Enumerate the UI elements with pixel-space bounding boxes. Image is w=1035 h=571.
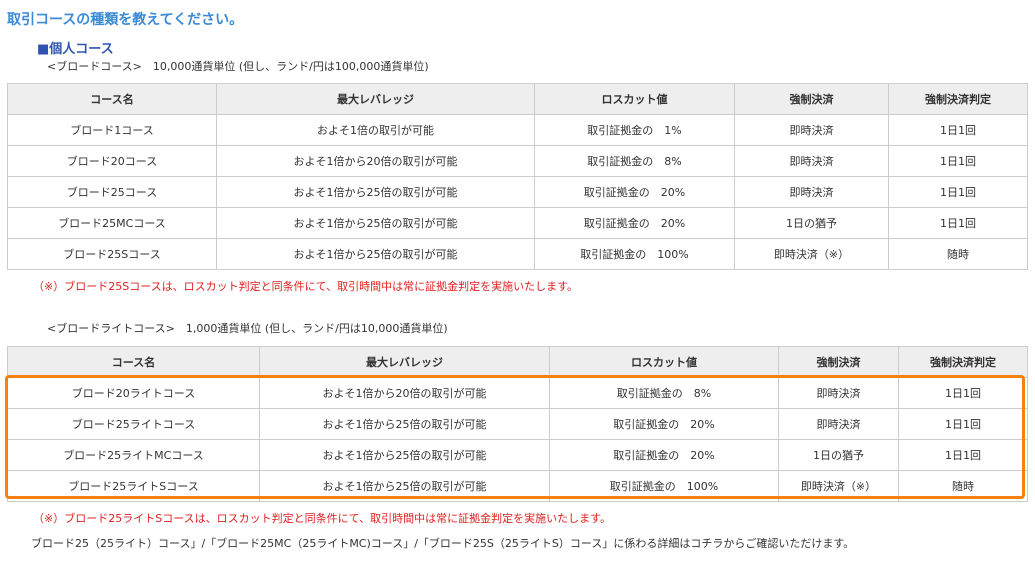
judgement-cell: 1日1回 xyxy=(898,439,1028,471)
column-header: 強制決済 xyxy=(778,346,899,378)
table-row: ブロード25MCコース およそ1倍から25倍の取引が可能 取引証拠金の 20% … xyxy=(7,207,1028,239)
column-header: コース名 xyxy=(7,346,260,378)
course-name-cell: ブロード20コース xyxy=(7,145,217,177)
column-header: 強制決済 xyxy=(734,83,889,115)
column-header: 最大レバレッジ xyxy=(216,83,535,115)
losscut-cell: 取引証拠金の 8% xyxy=(534,145,735,177)
losscut-cell: 取引証拠金の 20% xyxy=(534,207,735,239)
forced-settlement-cell: 即時決済 xyxy=(778,377,899,409)
losscut-cell: 取引証拠金の 20% xyxy=(534,176,735,208)
judgement-cell: 1日1回 xyxy=(898,408,1028,440)
course-name-cell: ブロード25MCコース xyxy=(7,207,217,239)
forced-settlement-cell: 1日の猶予 xyxy=(778,439,899,471)
course-name-cell: ブロード25ライトSコース xyxy=(7,470,260,502)
judgement-cell: 随時 xyxy=(888,238,1028,270)
table-row: ブロード20コース およそ1倍から20倍の取引が可能 取引証拠金の 8% 即時決… xyxy=(7,145,1028,177)
leverage-cell: およそ1倍から25倍の取引が可能 xyxy=(259,470,550,502)
leverage-cell: およそ1倍から20倍の取引が可能 xyxy=(216,145,535,177)
table-row: ブロード25ライトMCコース およそ1倍から25倍の取引が可能 取引証拠金の 2… xyxy=(7,439,1028,471)
leverage-cell: およそ1倍から25倍の取引が可能 xyxy=(259,408,550,440)
leverage-cell: およそ1倍から25倍の取引が可能 xyxy=(259,439,550,471)
section-heading: ■個人コース xyxy=(37,42,114,57)
table-header-row: コース名 最大レバレッジ ロスカット値 強制決済 強制決済判定 xyxy=(7,346,1028,378)
leverage-cell: およそ1倍から20倍の取引が可能 xyxy=(259,377,550,409)
course-name-cell: ブロード25コース xyxy=(7,176,217,208)
column-header: 最大レバレッジ xyxy=(259,346,550,378)
table-row: ブロード20ライトコース およそ1倍から20倍の取引が可能 取引証拠金の 8% … xyxy=(7,377,1028,409)
course-details-link-text[interactable]: ブロード25（25ライト）コース」/「ブロード25MC（25ライトMC)コース」… xyxy=(31,535,854,551)
leverage-cell: およそ1倍から25倍の取引が可能 xyxy=(216,238,535,270)
table-row: ブロード25Sコース およそ1倍から25倍の取引が可能 取引証拠金の 100% … xyxy=(7,238,1028,270)
leverage-cell: およそ1倍の取引が可能 xyxy=(216,114,535,146)
judgement-cell: 随時 xyxy=(898,470,1028,502)
course-name-cell: ブロード25ライトMCコース xyxy=(7,439,260,471)
column-header: 強制決済判定 xyxy=(898,346,1028,378)
broad-lite-course-note: <ブロードライトコース> 1,000通貨単位 (但し、ランド/円は10,000通… xyxy=(47,322,448,335)
course-name-cell: ブロード25Sコース xyxy=(7,238,217,270)
forced-settlement-cell: 即時決済 xyxy=(734,145,889,177)
forced-settlement-cell: 1日の猶予 xyxy=(734,207,889,239)
table-row: ブロード1コース およそ1倍の取引が可能 取引証拠金の 1% 即時決済 1日1回 xyxy=(7,114,1028,146)
table-row: ブロード25ライトSコース およそ1倍から25倍の取引が可能 取引証拠金の 10… xyxy=(7,470,1028,502)
judgement-cell: 1日1回 xyxy=(888,114,1028,146)
broad-course-table: コース名 最大レバレッジ ロスカット値 強制決済 強制決済判定 ブロード1コース… xyxy=(7,83,1028,270)
column-header: 強制決済判定 xyxy=(888,83,1028,115)
forced-settlement-cell: 即時決済 xyxy=(734,176,889,208)
forced-settlement-cell: 即時決済 xyxy=(734,114,889,146)
judgement-cell: 1日1回 xyxy=(898,377,1028,409)
judgement-cell: 1日1回 xyxy=(888,176,1028,208)
leverage-cell: およそ1倍から25倍の取引が可能 xyxy=(216,176,535,208)
course-name-cell: ブロード25ライトコース xyxy=(7,408,260,440)
forced-settlement-cell: 即時決済 xyxy=(778,408,899,440)
table-row: ブロード25ライトコース およそ1倍から25倍の取引が可能 取引証拠金の 20%… xyxy=(7,408,1028,440)
judgement-cell: 1日1回 xyxy=(888,145,1028,177)
course-name-cell: ブロード20ライトコース xyxy=(7,377,260,409)
column-header: ロスカット値 xyxy=(549,346,779,378)
column-header: ロスカット値 xyxy=(534,83,735,115)
broad-footnote: （※）ブロード25Sコースは、ロスカット判定と同条件にて、取引時間中は常に証拠金… xyxy=(33,280,578,293)
page-title: 取引コースの種類を教えてください。 xyxy=(7,12,244,28)
losscut-cell: 取引証拠金の 1% xyxy=(534,114,735,146)
leverage-cell: およそ1倍から25倍の取引が可能 xyxy=(216,207,535,239)
table-row: ブロード25コース およそ1倍から25倍の取引が可能 取引証拠金の 20% 即時… xyxy=(7,176,1028,208)
losscut-cell: 取引証拠金の 100% xyxy=(549,470,779,502)
judgement-cell: 1日1回 xyxy=(888,207,1028,239)
losscut-cell: 取引証拠金の 8% xyxy=(549,377,779,409)
losscut-cell: 取引証拠金の 100% xyxy=(534,238,735,270)
forced-settlement-cell: 即時決済（※） xyxy=(734,238,889,270)
broad-course-note: <ブロードコース> 10,000通貨単位 (但し、ランド/円は100,000通貨… xyxy=(47,60,429,73)
forced-settlement-cell: 即時決済（※） xyxy=(778,470,899,502)
broad-lite-course-table: コース名 最大レバレッジ ロスカット値 強制決済 強制決済判定 ブロード20ライ… xyxy=(7,346,1028,502)
course-name-cell: ブロード1コース xyxy=(7,114,217,146)
column-header: コース名 xyxy=(7,83,217,115)
table-header-row: コース名 最大レバレッジ ロスカット値 強制決済 強制決済判定 xyxy=(7,83,1028,115)
broad-lite-footnote: （※）ブロード25ライトSコースは、ロスカット判定と同条件にて、取引時間中は常に… xyxy=(33,512,611,525)
losscut-cell: 取引証拠金の 20% xyxy=(549,439,779,471)
losscut-cell: 取引証拠金の 20% xyxy=(549,408,779,440)
